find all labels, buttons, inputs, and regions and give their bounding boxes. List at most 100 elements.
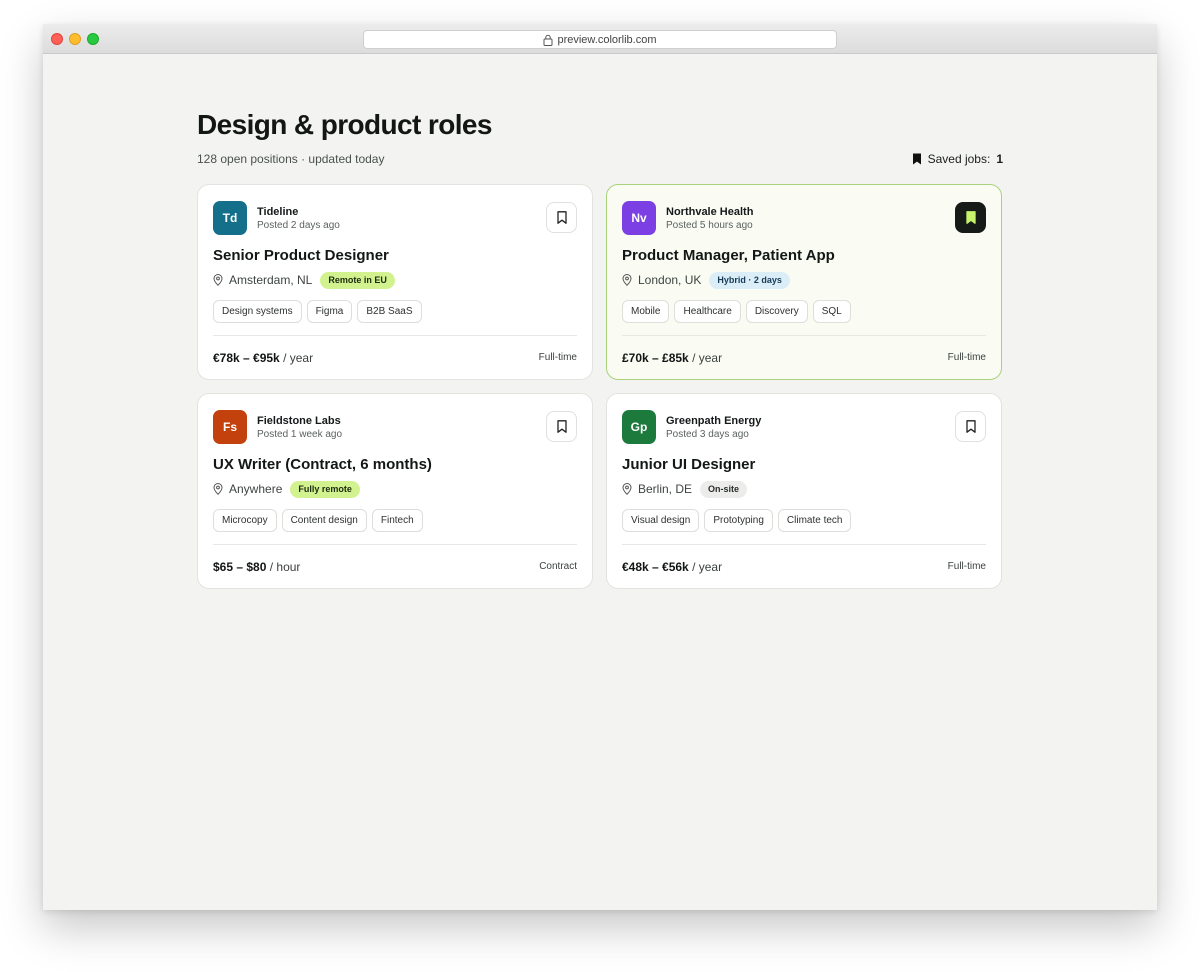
skill-tag[interactable]: Discovery [745, 300, 808, 323]
work-mode-badge: Remote in EU [320, 271, 395, 289]
lock-icon [543, 34, 553, 46]
location-row: London, UK Hybrid · 2 days [622, 271, 986, 289]
saved-jobs-indicator[interactable]: Saved jobs: 1 [912, 152, 1003, 166]
bookmark-icon [556, 211, 567, 224]
skill-tag[interactable]: Climate tech [777, 509, 852, 532]
card-footer: €48k – €56k / year Full-time [622, 544, 986, 588]
bookmark-filled-icon [912, 153, 921, 165]
posted-time: Posted 5 hours ago [666, 219, 753, 231]
employment-type: Contract [539, 561, 577, 572]
job-board: Design & product roles 128 open position… [197, 108, 1003, 589]
skill-tags: Visual design Prototyping Climate tech [622, 509, 986, 532]
salary-range: €48k – €56k [622, 559, 689, 574]
bookmark-icon [556, 420, 567, 433]
salary: €78k – €95k / year [213, 351, 313, 365]
job-title[interactable]: Product Manager, Patient App [622, 247, 986, 265]
skill-tag[interactable]: Figma [306, 300, 353, 323]
skill-tags: Mobile Healthcare Discovery SQL [622, 300, 986, 323]
map-pin-icon [622, 483, 632, 495]
company-name: Fieldstone Labs [257, 414, 341, 427]
card-footer: $65 – $80 / hour Contract [213, 544, 577, 588]
zoom-window-button[interactable] [87, 33, 99, 45]
company-info: Northvale Health Posted 5 hours ago [666, 205, 753, 232]
card-footer: €78k – €95k / year Full-time [213, 335, 577, 379]
salary-period: / hour [269, 559, 301, 574]
job-location: London, UK [638, 273, 702, 287]
company-name: Greenpath Energy [666, 414, 762, 427]
skill-tag[interactable]: Healthcare [674, 300, 741, 323]
bookmark-filled-icon [965, 211, 976, 224]
job-card[interactable]: Gp Greenpath Energy Posted 3 days ago Ju… [606, 393, 1002, 589]
posted-time: Posted 1 week ago [257, 428, 343, 440]
skill-tags: Microcopy Content design Fintech [213, 509, 577, 532]
company-logo: Td [213, 201, 247, 235]
employment-type: Full-time [947, 561, 986, 572]
card-header: Td Tideline Posted 2 days ago [213, 201, 577, 235]
employment-type: Full-time [538, 352, 577, 363]
map-pin-icon [622, 274, 632, 286]
company-info: Greenpath Energy Posted 3 days ago [666, 414, 761, 441]
employment-type: Full-time [947, 352, 986, 363]
map-pin-icon [213, 483, 223, 495]
browser-titlebar: preview.colorlib.com [43, 24, 1157, 54]
job-card[interactable]: Nv Northvale Health Posted 5 hours ago P… [606, 184, 1002, 380]
card-header: Gp Greenpath Energy Posted 3 days ago [622, 410, 986, 444]
job-card[interactable]: Td Tideline Posted 2 days ago Senior Pro… [197, 184, 593, 380]
job-card[interactable]: Fs Fieldstone Labs Posted 1 week ago UX … [197, 393, 593, 589]
skill-tag[interactable]: Mobile [622, 300, 670, 323]
job-title[interactable]: UX Writer (Contract, 6 months) [213, 456, 577, 474]
map-pin-icon [213, 274, 223, 286]
positions-summary: 128 open positions · updated today [197, 152, 385, 166]
job-title[interactable]: Senior Product Designer [213, 247, 577, 265]
company-name: Northvale Health [666, 205, 754, 218]
salary-period: / year [283, 350, 314, 365]
skill-tag[interactable]: SQL [812, 300, 851, 323]
location-row: Anywhere Fully remote [213, 480, 577, 498]
salary-range: £70k – £85k [622, 350, 689, 365]
skill-tag[interactable]: Fintech [371, 509, 423, 532]
salary-range: €78k – €95k [213, 350, 280, 365]
url-text: preview.colorlib.com [557, 33, 657, 46]
skill-tag[interactable]: B2B SaaS [357, 300, 422, 323]
bookmark-button[interactable] [955, 411, 986, 442]
header-subrow: 128 open positions · updated today Saved… [197, 150, 1003, 168]
card-header: Fs Fieldstone Labs Posted 1 week ago [213, 410, 577, 444]
bookmark-button[interactable] [546, 411, 577, 442]
company-info: Tideline Posted 2 days ago [257, 205, 340, 232]
skill-tags: Design systems Figma B2B SaaS [213, 300, 577, 323]
work-mode-badge: Hybrid · 2 days [709, 271, 790, 289]
salary-period: / year [692, 350, 723, 365]
location-row: Berlin, DE On-site [622, 480, 986, 498]
work-mode-badge: On-site [700, 480, 748, 498]
bookmark-button[interactable] [546, 202, 577, 233]
address-bar[interactable]: preview.colorlib.com [363, 30, 837, 49]
company-logo: Gp [622, 410, 656, 444]
skill-tag[interactable]: Visual design [622, 509, 700, 532]
job-location: Amsterdam, NL [229, 273, 313, 287]
job-card-grid: Td Tideline Posted 2 days ago Senior Pro… [197, 184, 1003, 589]
salary-range: $65 – $80 [213, 559, 267, 574]
posted-time: Posted 3 days ago [666, 428, 749, 440]
skill-tag[interactable]: Content design [281, 509, 367, 532]
salary: €48k – €56k / year [622, 560, 722, 574]
card-footer: £70k – £85k / year Full-time [622, 335, 986, 379]
saved-jobs-label: Saved jobs: [927, 152, 991, 166]
browser-window: preview.colorlib.com Design & product ro… [43, 24, 1157, 910]
saved-jobs-count: 1 [996, 152, 1003, 166]
company-name: Tideline [257, 205, 299, 218]
job-location: Anywhere [229, 482, 283, 496]
job-title[interactable]: Junior UI Designer [622, 456, 986, 474]
page-title: Design & product roles [197, 109, 492, 140]
work-mode-badge: Fully remote [290, 480, 360, 498]
company-info: Fieldstone Labs Posted 1 week ago [257, 414, 342, 441]
company-logo: Nv [622, 201, 656, 235]
skill-tag[interactable]: Prototyping [704, 509, 773, 532]
close-window-button[interactable] [51, 33, 63, 45]
skill-tag[interactable]: Design systems [213, 300, 302, 323]
bookmark-icon [965, 420, 976, 433]
salary: $65 – $80 / hour [213, 560, 300, 574]
minimize-window-button[interactable] [69, 33, 81, 45]
salary: £70k – £85k / year [622, 351, 722, 365]
bookmark-button-saved[interactable] [955, 202, 986, 233]
skill-tag[interactable]: Microcopy [213, 509, 277, 532]
